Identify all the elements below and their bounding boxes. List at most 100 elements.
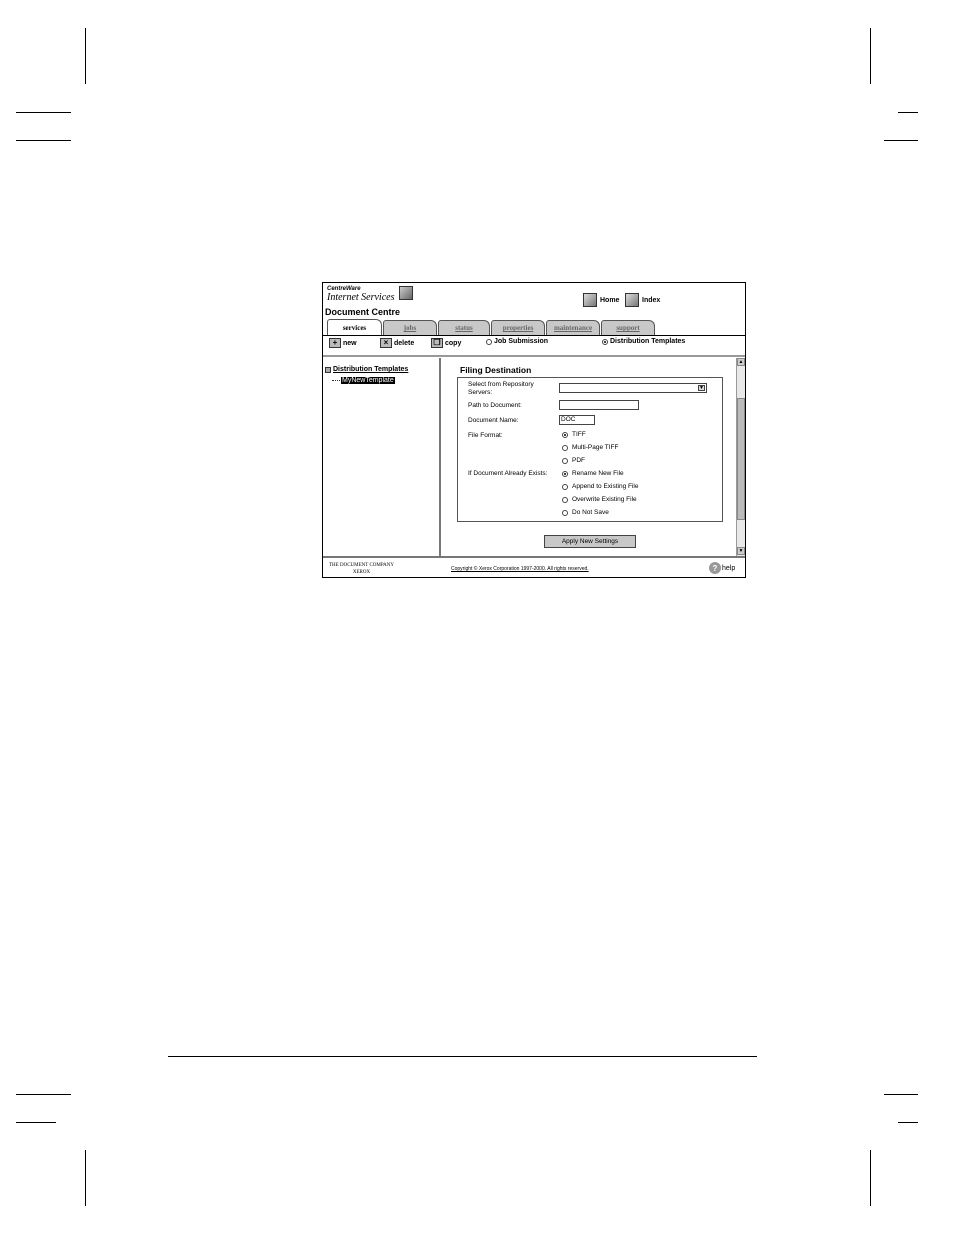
radio-icon — [562, 458, 568, 464]
path-label: Path to Document: — [468, 402, 522, 409]
toolbar: + new × delete ❐ copy Job Submission Dis… — [323, 336, 745, 354]
crop-mark-bottom-left-horizontal-2 — [16, 1122, 56, 1123]
crop-mark-top-right-horizontal-1 — [898, 112, 918, 113]
template-tree-pane: Distribution Templates MyNewTemplate — [323, 358, 441, 556]
footer: THE DOCUMENT COMPANY XEROX Copyright © X… — [323, 556, 745, 577]
format-option-label: PDF — [572, 457, 585, 464]
home-link-label: Home — [600, 296, 620, 304]
crop-mark-top-left-vertical — [85, 28, 86, 84]
mode-distribution-templates-radio[interactable]: Distribution Templates — [602, 338, 685, 345]
copyright-link[interactable]: Copyright © Xerox Corporation 1997-2000.… — [451, 566, 589, 572]
tab-properties[interactable]: properties — [491, 320, 545, 335]
index-link[interactable]: Index — [625, 293, 660, 307]
path-input[interactable] — [559, 400, 639, 410]
vertical-scrollbar[interactable]: ▲ ▼ — [736, 358, 745, 556]
exists-option-label: Rename New File — [572, 470, 624, 477]
delete-button[interactable]: × delete — [380, 338, 414, 348]
copy-button[interactable]: ❐ copy — [431, 338, 461, 348]
file-format-label: File Format: — [468, 432, 503, 439]
radio-icon — [562, 484, 568, 490]
crop-mark-bottom-right-horizontal-1 — [884, 1094, 918, 1095]
browser-screenshot: CentreWare Internet Services Document Ce… — [322, 282, 746, 578]
settings-pane: Filing Destination Select from Repositor… — [443, 358, 737, 556]
tab-services[interactable]: services — [327, 319, 382, 335]
exists-option-rename[interactable]: Rename New File — [562, 470, 624, 478]
crop-mark-top-left-horizontal-1 — [16, 112, 71, 113]
exists-option-overwrite[interactable]: Overwrite Existing File — [562, 496, 637, 504]
format-option-multipage-tiff[interactable]: Multi-Page TIFF — [562, 444, 618, 452]
tab-status[interactable]: status — [438, 320, 490, 335]
apply-settings-button[interactable]: Apply New Settings — [544, 535, 636, 548]
company-line1: THE DOCUMENT COMPANY — [329, 563, 395, 568]
company-logo: THE DOCUMENT COMPANY XEROX — [329, 562, 394, 576]
format-option-label: Multi-Page TIFF — [572, 444, 619, 451]
repository-select[interactable] — [559, 383, 707, 393]
tab-maintenance[interactable]: maintenance — [546, 320, 600, 335]
scroll-thumb[interactable] — [737, 398, 745, 520]
exists-option-label: Append to Existing File — [572, 483, 639, 490]
tree-branch-line — [332, 380, 340, 381]
crop-mark-top-left-horizontal-2 — [16, 140, 71, 141]
chevron-down-icon[interactable]: ▼ — [698, 385, 705, 391]
main-tabs: services jobs status properties maintena… — [327, 319, 656, 335]
brand-logo: CentreWare Internet Services — [327, 286, 394, 303]
format-option-tiff[interactable]: TIFF — [562, 431, 586, 439]
mode-job-submission-radio[interactable]: Job Submission — [486, 338, 548, 345]
help-link[interactable]: ? help — [709, 562, 735, 574]
scroll-up-icon[interactable]: ▲ — [737, 358, 745, 366]
repository-label: Select from Repository Servers: — [468, 381, 534, 396]
copy-button-label: copy — [445, 339, 462, 347]
index-icon — [625, 293, 639, 307]
tree-root-distribution-templates[interactable]: Distribution Templates — [325, 366, 408, 373]
brand-product-line2: Internet Services — [327, 292, 395, 303]
exists-option-do-not-save[interactable]: Do Not Save — [562, 509, 609, 517]
crop-mark-bottom-left-horizontal-1 — [16, 1094, 71, 1095]
radio-icon — [562, 497, 568, 503]
radio-icon — [562, 445, 568, 451]
exists-label: If Document Already Exists: — [468, 470, 548, 477]
home-icon — [583, 293, 597, 307]
index-link-label: Index — [642, 296, 661, 304]
scroll-down-icon[interactable]: ▼ — [737, 547, 745, 555]
exists-option-append[interactable]: Append to Existing File — [562, 483, 638, 491]
crop-mark-bottom-right-vertical — [870, 1150, 871, 1206]
plus-icon: + — [329, 338, 341, 348]
radio-icon — [562, 432, 568, 438]
radio-icon — [562, 471, 568, 477]
help-icon: ? — [709, 562, 721, 574]
device-name: Document Centre — [325, 307, 401, 317]
exists-option-label: Overwrite Existing File — [572, 496, 637, 503]
document-name-input[interactable]: DOC — [559, 415, 595, 425]
crop-mark-top-right-horizontal-2 — [884, 140, 918, 141]
tab-support[interactable]: support — [601, 320, 655, 335]
new-button-label: new — [343, 339, 357, 347]
filing-destination-form: Select from Repository Servers: ▼ Path t… — [457, 377, 723, 522]
job-submission-radio-icon — [486, 338, 492, 345]
tab-jobs[interactable]: jobs — [383, 320, 437, 335]
crop-mark-top-right-vertical — [870, 28, 871, 84]
crop-mark-bottom-left-vertical — [85, 1150, 86, 1206]
new-button[interactable]: + new — [329, 338, 357, 348]
mode-job-submission-label: Job Submission — [494, 338, 549, 345]
format-option-label: TIFF — [572, 431, 586, 438]
help-label: help — [722, 564, 736, 572]
printer-logo-icon — [399, 286, 413, 300]
company-line2: XEROX — [352, 570, 371, 575]
section-title: Filing Destination — [460, 365, 532, 375]
page-bottom-rule — [168, 1056, 757, 1057]
mode-distribution-templates-label: Distribution Templates — [610, 338, 686, 345]
exists-option-label: Do Not Save — [572, 509, 609, 516]
close-icon: × — [380, 338, 392, 348]
tree-item-template[interactable]: MyNewTemplate — [332, 377, 395, 384]
tree-item-label: MyNewTemplate — [341, 377, 395, 384]
delete-button-label: delete — [394, 339, 415, 347]
name-label: Document Name: — [468, 417, 519, 424]
distribution-templates-radio-icon — [602, 338, 608, 345]
format-option-pdf[interactable]: PDF — [562, 457, 585, 465]
crop-mark-bottom-right-horizontal-2 — [898, 1122, 918, 1123]
toolbar-divider — [323, 355, 745, 357]
radio-icon — [562, 510, 568, 516]
tree-root-label: Distribution Templates — [333, 366, 409, 373]
home-link[interactable]: Home — [583, 293, 619, 307]
copy-icon: ❐ — [431, 338, 443, 348]
